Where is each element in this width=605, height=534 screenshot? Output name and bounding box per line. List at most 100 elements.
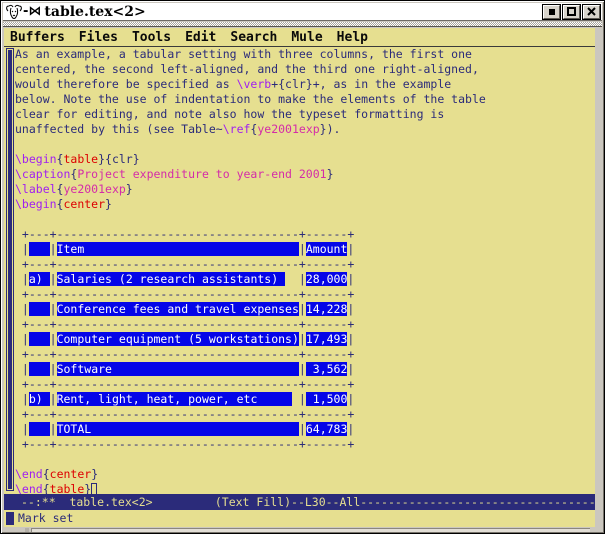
buffer-line: +---+-----------------------------------… xyxy=(15,407,595,422)
text-segment: { xyxy=(43,467,50,481)
text-segment: | xyxy=(299,362,306,376)
menu-bar: Buffers Files Tools Edit Search Mule Help xyxy=(4,28,595,47)
gnu-emacs-icon xyxy=(5,4,23,20)
table-cell-highlight: Software xyxy=(57,362,299,376)
buffer-line: |a) |Salaries (2 research assistants) |2… xyxy=(15,272,595,287)
editor-pane: As an example, a tabular setting with th… xyxy=(4,47,595,494)
menu-item-help[interactable]: Help xyxy=(337,30,368,45)
buffer-line: unaffected by this (see Table~\ref{ye200… xyxy=(15,122,595,137)
text-segment: | xyxy=(50,302,57,316)
text-segment: | xyxy=(347,362,354,376)
text-segment: \end xyxy=(15,482,43,494)
text-segment: | xyxy=(347,242,354,256)
menu-item-edit[interactable]: Edit xyxy=(185,30,216,45)
buffer-line: centered, the second left-aligned, and t… xyxy=(15,62,595,77)
text-segment: } xyxy=(91,467,98,481)
table-cell-highlight: a) xyxy=(29,272,50,286)
text-segment: \end xyxy=(15,467,43,481)
table-cell-highlight: 14,228 xyxy=(306,302,348,316)
table-cell-highlight: b) xyxy=(29,392,50,406)
text-segment: | xyxy=(15,422,29,436)
buffer-line: \label{ye2001exp} xyxy=(15,182,595,197)
buffer-line: would therefore be specified as \verb+{c… xyxy=(15,77,595,92)
text-segment: | xyxy=(299,332,306,346)
menu-item-search[interactable]: Search xyxy=(230,30,277,45)
text-segment: | xyxy=(15,242,29,256)
minibuffer[interactable]: Mark set xyxy=(4,510,595,527)
buffer-line xyxy=(15,452,595,467)
text-segment: | xyxy=(347,332,354,346)
text-segment: | xyxy=(15,362,29,376)
table-cell-highlight: Amount xyxy=(306,242,348,256)
text-segment: | xyxy=(15,392,29,406)
text-segment: } xyxy=(84,482,91,494)
text-segment: } xyxy=(105,197,112,211)
buffer-line: \begin{center} xyxy=(15,197,595,212)
text-segment: +---+-----------------------------------… xyxy=(15,377,354,391)
table-cell-highlight: Rent, light, heat, power, etc xyxy=(57,392,292,406)
buffer-line: \end{table} xyxy=(15,482,595,494)
title-bar[interactable]: -⋈ table.tex<2> xyxy=(3,3,602,21)
buffer-line: below. Note the use of indentation to ma… xyxy=(15,92,595,107)
text-segment: { xyxy=(43,482,50,494)
minibuffer-scrollbar-track xyxy=(4,512,15,525)
text-segment: | xyxy=(299,422,306,436)
text-segment: unaffected by this (see Table~ xyxy=(15,122,223,136)
menu-item-tools[interactable]: Tools xyxy=(132,30,171,45)
table-cell-highlight: Computer equipment (5 workstations) xyxy=(57,332,299,346)
minimize-button[interactable] xyxy=(543,5,560,19)
close-icon xyxy=(587,7,596,16)
table-cell-highlight: Conference fees and travel expenses xyxy=(57,302,299,316)
frame-dither-strip xyxy=(3,22,602,27)
text-segment: | xyxy=(347,272,354,286)
text-segment: +---+-----------------------------------… xyxy=(15,407,354,421)
text-segment: | xyxy=(15,302,29,316)
client-area: Buffers Files Tools Edit Search Mule Help As a… xyxy=(4,28,595,527)
text-segment: table xyxy=(63,152,98,166)
text-segment: | xyxy=(299,302,306,316)
frame-bottom-groove[interactable] xyxy=(31,528,590,532)
maximize-button[interactable] xyxy=(563,5,580,19)
menu-item-files[interactable]: Files xyxy=(79,30,118,45)
text-area[interactable]: As an example, a tabular setting with th… xyxy=(15,47,595,494)
buffer-line xyxy=(15,212,595,227)
buffer-line: +---+-----------------------------------… xyxy=(15,227,595,242)
minimize-icon xyxy=(549,9,555,15)
window-title: table.tex<2> xyxy=(44,4,145,20)
buffer-line: | |Item |Amount| xyxy=(15,242,595,257)
text-cursor xyxy=(91,483,97,494)
buffer-line xyxy=(15,137,595,152)
text-segment: | xyxy=(285,272,306,286)
scrollbar-thumb[interactable] xyxy=(6,48,14,491)
table-cell-highlight: 1,500 xyxy=(306,392,348,406)
text-segment: +---+-----------------------------------… xyxy=(15,287,354,301)
text-segment: | xyxy=(50,272,57,286)
text-segment: \caption xyxy=(15,167,70,181)
table-cell-highlight xyxy=(29,332,50,346)
text-segment: \begin xyxy=(15,197,57,211)
mode-line[interactable]: --:** table.tex<2> (Text Fill)--L30--All… xyxy=(4,494,595,510)
text-segment: Project expenditure to year-end 2001 xyxy=(77,167,326,181)
text-segment: | xyxy=(347,392,354,406)
scrollbar-track[interactable] xyxy=(4,47,15,494)
menu-item-mule[interactable]: Mule xyxy=(291,30,322,45)
buffer-line: | |Conference fees and travel expenses|1… xyxy=(15,302,595,317)
table-cell-highlight: Salaries (2 research assistants) xyxy=(57,272,285,286)
close-button[interactable] xyxy=(583,5,600,19)
table-cell-highlight: TOTAL xyxy=(57,422,299,436)
text-segment: +---+-----------------------------------… xyxy=(15,437,354,451)
emacs-window: -⋈ table.tex<2> Buffers Files Tools Edit Sea… xyxy=(0,0,605,534)
text-segment: clear for editing, and note also how the… xyxy=(15,107,444,121)
text-segment: | xyxy=(299,242,306,256)
table-cell-highlight: 17,493 xyxy=(306,332,348,346)
buffer-line: +---+-----------------------------------… xyxy=(15,287,595,302)
maximize-icon xyxy=(567,7,576,16)
text-segment: center xyxy=(63,197,105,211)
text-segment: }). xyxy=(320,122,341,136)
buffer-line: | |TOTAL |64,783| xyxy=(15,422,595,437)
menu-item-buffers[interactable]: Buffers xyxy=(10,30,65,45)
buffer-line: |b) |Rent, light, heat, power, etc | 1,5… xyxy=(15,392,595,407)
text-segment: centered, the second left-aligned, and t… xyxy=(15,62,479,76)
text-segment: +---+-----------------------------------… xyxy=(15,257,354,271)
text-segment: table xyxy=(50,482,85,494)
